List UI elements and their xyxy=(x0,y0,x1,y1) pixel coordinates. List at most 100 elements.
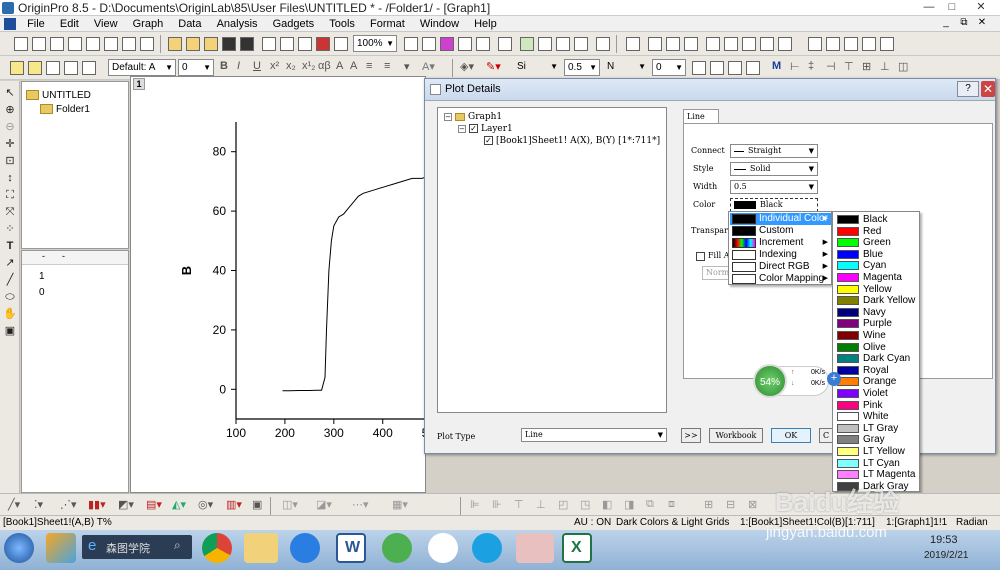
gradient-icon[interactable] xyxy=(692,61,706,75)
color-option-navy[interactable]: Navy xyxy=(835,307,919,318)
rescale-icon[interactable] xyxy=(626,37,640,51)
refresh-icon[interactable] xyxy=(458,37,472,51)
color-scale-icon[interactable] xyxy=(826,37,840,51)
line-spacing-icon[interactable]: ≡ xyxy=(384,60,390,72)
paste-style-icon[interactable] xyxy=(82,61,96,75)
menu-tools[interactable]: Tools xyxy=(323,16,361,32)
increase-font-icon[interactable]: A xyxy=(336,60,343,72)
add-layer-top-icon[interactable] xyxy=(666,37,680,51)
menu-file[interactable]: File xyxy=(21,16,51,32)
mdi-restore-button[interactable]: ⧉ xyxy=(956,16,972,30)
fill-pattern-combo[interactable]: N ▼ xyxy=(604,59,648,76)
italic-icon[interactable]: I xyxy=(237,60,240,72)
color-option-blue[interactable]: Blue xyxy=(835,249,919,260)
align-objects-top-icon[interactable]: ⊤ xyxy=(514,498,524,511)
new-notes-icon[interactable] xyxy=(140,37,154,51)
zoom-in-icon[interactable]: ⊕ xyxy=(3,103,17,117)
color-option-cyan[interactable]: Cyan xyxy=(835,260,919,271)
line-width-combo[interactable]: 0.5 ▼ xyxy=(564,59,600,76)
menu-help[interactable]: Help xyxy=(468,16,503,32)
font-combo[interactable]: Default: A ▼ xyxy=(108,59,176,76)
paste-format-icon[interactable] xyxy=(46,61,60,75)
color-option-olive[interactable]: Olive xyxy=(835,342,919,353)
menu-analysis[interactable]: Analysis xyxy=(211,16,264,32)
new-function-icon[interactable] xyxy=(104,37,118,51)
region-select-icon[interactable]: ⤧ xyxy=(3,205,17,219)
object-snap-icon[interactable]: ⊟ xyxy=(726,498,735,511)
data-selector-icon[interactable]: ⊡ xyxy=(3,154,17,168)
checkbox-checked-icon[interactable]: ✓ xyxy=(484,136,493,145)
graph-window[interactable]: 1 020406080100200300400500BA xyxy=(130,76,427,494)
results-log-icon[interactable] xyxy=(520,37,534,51)
pattern-icon[interactable] xyxy=(710,61,724,75)
color-option-magenta[interactable]: Magenta xyxy=(835,272,919,283)
menu-format[interactable]: Format xyxy=(364,16,411,32)
line-chart[interactable]: 020406080100200300400500BA xyxy=(131,77,427,494)
new-excel-icon[interactable] xyxy=(50,37,64,51)
checkbox-checked-icon[interactable]: ✓ xyxy=(469,124,478,133)
color-option-royal[interactable]: Royal xyxy=(835,365,919,376)
new-matrix-icon[interactable] xyxy=(86,37,100,51)
mask-icon[interactable]: ⁘ xyxy=(3,222,17,236)
menu-data[interactable]: Data xyxy=(172,16,207,32)
color-option-orange[interactable]: Orange xyxy=(835,376,919,387)
stat-plot-icon[interactable]: ▤▾ xyxy=(146,498,162,511)
batch-plot-icon[interactable] xyxy=(334,37,348,51)
new-project-icon[interactable] xyxy=(14,37,28,51)
forward-icon[interactable]: ⧉ xyxy=(646,498,654,511)
color-option-wine[interactable]: Wine xyxy=(835,330,919,341)
text-tool-icon[interactable]: T xyxy=(3,239,17,253)
tree-node-layer[interactable]: − ✓ Layer1 xyxy=(458,124,513,134)
list-item[interactable]: 0 xyxy=(39,287,45,298)
color-option-gray[interactable]: Gray xyxy=(835,434,919,445)
ungroup-icon[interactable]: ◳ xyxy=(580,498,590,511)
decrease-font-icon[interactable]: A xyxy=(350,60,357,72)
sogou-icon[interactable] xyxy=(290,533,320,563)
bold-icon[interactable]: B xyxy=(220,60,228,72)
save-window-icon[interactable] xyxy=(240,37,254,51)
print-icon[interactable] xyxy=(404,37,418,51)
color-option-yellow[interactable]: Yellow xyxy=(835,284,919,295)
screen-reader-icon[interactable]: ✛ xyxy=(3,137,17,151)
menu-edit[interactable]: Edit xyxy=(54,16,85,32)
add-layer-icon[interactable] xyxy=(648,37,662,51)
start-button[interactable] xyxy=(4,533,34,563)
front-icon[interactable]: ◫ xyxy=(898,60,908,73)
cancel-button[interactable]: C xyxy=(819,428,833,443)
menu-gadgets[interactable]: Gadgets xyxy=(267,16,321,32)
plot-type-select[interactable]: Line ▼ xyxy=(521,428,667,442)
new-layout-icon[interactable] xyxy=(122,37,136,51)
arrow-tool-icon[interactable]: ↗ xyxy=(3,256,17,270)
align-right-icon[interactable]: ⊣ xyxy=(826,60,836,73)
zoom-combo[interactable]: 100% ▼ xyxy=(353,35,397,52)
draw-data-icon[interactable]: ⛶ xyxy=(3,188,17,202)
minimize-button[interactable]: — xyxy=(918,0,940,14)
color-menu-item[interactable]: Indexing ▶ xyxy=(730,249,831,261)
mdi-minimize-button[interactable]: _ xyxy=(938,16,954,30)
origin-taskbar-icon[interactable] xyxy=(516,533,554,563)
style-icon[interactable] xyxy=(10,61,24,75)
align-objects-left-icon[interactable]: ⊫ xyxy=(470,498,480,511)
chrome-icon[interactable] xyxy=(202,533,232,563)
recalculate-icon[interactable] xyxy=(316,37,330,51)
save-project-icon[interactable] xyxy=(222,37,236,51)
align-icon[interactable]: ≡ xyxy=(366,60,372,72)
color-option-red[interactable]: Red xyxy=(835,226,919,237)
3d-scatter-icon[interactable]: ⋯▾ xyxy=(352,498,369,511)
color-option-lt-yellow[interactable]: LT Yellow xyxy=(835,446,919,457)
font-size-combo[interactable]: 0 ▼ xyxy=(178,59,214,76)
symbol-icon[interactable] xyxy=(728,61,742,75)
align-bottom-icon[interactable]: ⊥ xyxy=(880,60,890,73)
color-option-dark-cyan[interactable]: Dark Cyan xyxy=(835,353,919,364)
open-icon[interactable] xyxy=(168,37,182,51)
line-style-combo[interactable]: Si ▼ xyxy=(514,59,560,76)
legend-icon[interactable] xyxy=(808,37,822,51)
table-icon[interactable] xyxy=(880,37,894,51)
copy-page-icon[interactable] xyxy=(422,37,436,51)
import-wizard-icon[interactable] xyxy=(298,37,312,51)
color-select[interactable]: Black xyxy=(730,198,818,212)
axis-top-icon[interactable] xyxy=(760,37,774,51)
app-launcher-icon[interactable] xyxy=(46,533,76,563)
scatter-plot-icon[interactable]: ⁚▾ xyxy=(34,498,43,511)
3d-bar-icon[interactable]: ◪▾ xyxy=(316,498,332,511)
